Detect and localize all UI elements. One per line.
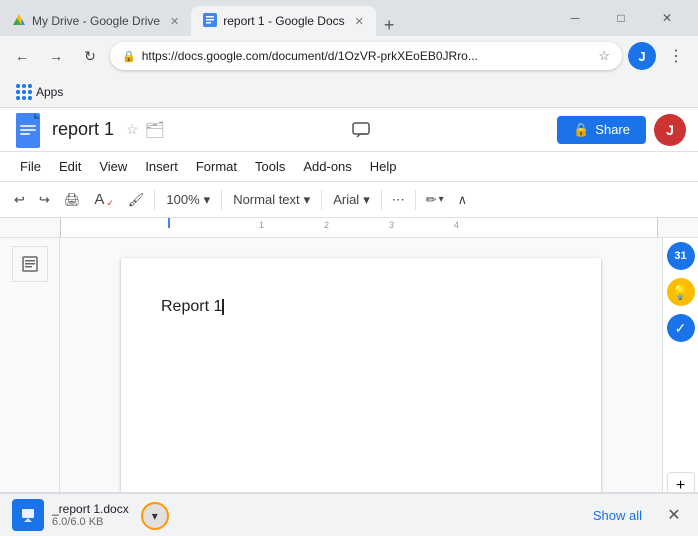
tasks-icon[interactable]: ✓	[667, 314, 695, 342]
reload-button[interactable]: ↻	[76, 42, 104, 70]
chevron-down-icon: ▾	[152, 509, 158, 523]
style-dropdown[interactable]: Normal text ▾	[226, 186, 317, 214]
tab1-close[interactable]: ✕	[170, 15, 179, 28]
doc-actions: ☆ 🗂	[126, 120, 165, 140]
maximize-button[interactable]: □	[598, 0, 644, 36]
star-icon[interactable]: ☆	[598, 48, 610, 64]
show-all-button[interactable]: Show all	[581, 502, 654, 529]
menu-format[interactable]: Format	[188, 155, 245, 178]
folder-icon[interactable]: 🗂	[145, 120, 165, 140]
lock-icon: 🔒	[122, 50, 136, 63]
font-chevron: ▾	[363, 192, 370, 208]
print-button[interactable]: 🖨	[58, 186, 87, 214]
browser-window: My Drive - Google Drive ✕ report 1 - Goo…	[0, 0, 698, 108]
apps-bookmark[interactable]: Apps	[8, 80, 71, 104]
address-input[interactable]: 🔒 https://docs.google.com/document/d/1Oz…	[110, 42, 622, 70]
toolbar-sep-2	[221, 190, 222, 210]
window-controls: ─ □ ✕	[552, 0, 698, 36]
lock-share-icon: 🔒	[573, 122, 589, 138]
menu-view[interactable]: View	[91, 155, 135, 178]
minimize-button[interactable]: ─	[552, 0, 598, 36]
ruler: 1234	[0, 218, 698, 238]
menu-file[interactable]: File	[12, 155, 49, 178]
menu-insert[interactable]: Insert	[137, 155, 186, 178]
toolbar-sep-4	[381, 190, 382, 210]
redo-button[interactable]: ↪	[33, 186, 56, 214]
zoom-chevron: ▾	[204, 192, 211, 208]
paint-format-button[interactable]: 🖌	[122, 186, 151, 214]
menu-tools[interactable]: Tools	[247, 155, 293, 178]
download-options-button[interactable]: ▾	[141, 502, 169, 530]
docs-header: report 1 ☆ 🗂 🔒 Share J	[0, 108, 698, 152]
doc-title: report 1	[52, 119, 114, 140]
pencil-icon: ✏	[426, 192, 437, 208]
menu-bar: File Edit View Insert Format Tools Add-o…	[0, 152, 698, 182]
more-toolbar-button[interactable]: ⋯	[386, 186, 411, 214]
doc-heading[interactable]: Report 1	[161, 298, 222, 315]
back-button[interactable]: ←	[8, 42, 36, 70]
share-button[interactable]: 🔒 Share	[557, 116, 646, 144]
keep-icon[interactable]: 💡	[667, 278, 695, 306]
collapse-toolbar-button[interactable]: ∧	[452, 186, 474, 214]
tab2-close[interactable]: ✕	[355, 15, 364, 28]
address-bar-row: ← → ↻ 🔒 https://docs.google.com/document…	[0, 36, 698, 76]
style-chevron: ▾	[304, 192, 311, 208]
download-info: _report 1.docx 6.0/6.0 KB	[52, 502, 129, 528]
apps-label: Apps	[36, 85, 63, 99]
menu-edit[interactable]: Edit	[51, 155, 89, 178]
share-label: Share	[595, 122, 630, 137]
close-download-bar-button[interactable]: ✕	[662, 503, 686, 527]
menu-addons[interactable]: Add-ons	[295, 155, 359, 178]
docs-app: report 1 ☆ 🗂 🔒 Share J File Edit View In…	[0, 108, 698, 536]
close-button[interactable]: ✕	[644, 0, 690, 36]
docs-app-icon	[12, 114, 44, 146]
new-tab-button[interactable]: +	[376, 15, 403, 36]
ruler-inner: 1234	[60, 218, 658, 237]
more-options-button[interactable]: ⋮	[662, 42, 690, 70]
tab2-favicon	[203, 13, 217, 30]
calendar-icon[interactable]: 31	[667, 242, 695, 270]
link-chevron: ▾	[439, 194, 444, 205]
apps-grid-icon	[16, 84, 32, 100]
doc-content-text: Report 1	[161, 298, 561, 316]
download-size: 6.0/6.0 KB	[52, 516, 129, 528]
edit-link-button[interactable]: ✏▾	[420, 186, 450, 214]
outline-button[interactable]	[12, 246, 48, 282]
zoom-dropdown[interactable]: 100% ▾	[159, 186, 217, 214]
toolbar: ↩ ↪ 🖨 A✓ 🖌 100% ▾ Normal text ▾ Arial ▾ …	[0, 182, 698, 218]
tab1-title: My Drive - Google Drive	[32, 14, 160, 28]
font-dropdown[interactable]: Arial ▾	[326, 186, 377, 214]
tab-1[interactable]: My Drive - Google Drive ✕	[0, 6, 191, 36]
download-filename: _report 1.docx	[52, 502, 129, 516]
download-file-icon	[12, 499, 44, 531]
toolbar-sep-5	[415, 190, 416, 210]
star-icon[interactable]: ☆	[126, 121, 139, 138]
user-avatar[interactable]: J	[654, 114, 686, 146]
profile-button[interactable]: J	[628, 42, 656, 70]
style-value: Normal text	[233, 192, 299, 207]
tab-bar: My Drive - Google Drive ✕ report 1 - Goo…	[0, 0, 698, 36]
toolbar-sep-3	[321, 190, 322, 210]
spellcheck-button[interactable]: A✓	[88, 186, 120, 214]
font-value: Arial	[333, 192, 359, 207]
download-bar: _report 1.docx 6.0/6.0 KB ▾ Show all ✕	[0, 492, 698, 536]
comment-button[interactable]	[345, 114, 377, 146]
tab2-title: report 1 - Google Docs	[223, 14, 344, 28]
forward-button[interactable]: →	[42, 42, 70, 70]
address-url: https://docs.google.com/document/d/1OzVR…	[142, 49, 593, 63]
menu-help[interactable]: Help	[362, 155, 405, 178]
cursor	[222, 299, 224, 315]
bookmarks-bar: Apps	[0, 76, 698, 108]
toolbar-sep-1	[154, 190, 155, 210]
tab1-favicon	[12, 13, 26, 30]
tab-2[interactable]: report 1 - Google Docs ✕	[191, 6, 376, 36]
zoom-value: 100%	[166, 192, 199, 207]
undo-button[interactable]: ↩	[8, 186, 31, 214]
